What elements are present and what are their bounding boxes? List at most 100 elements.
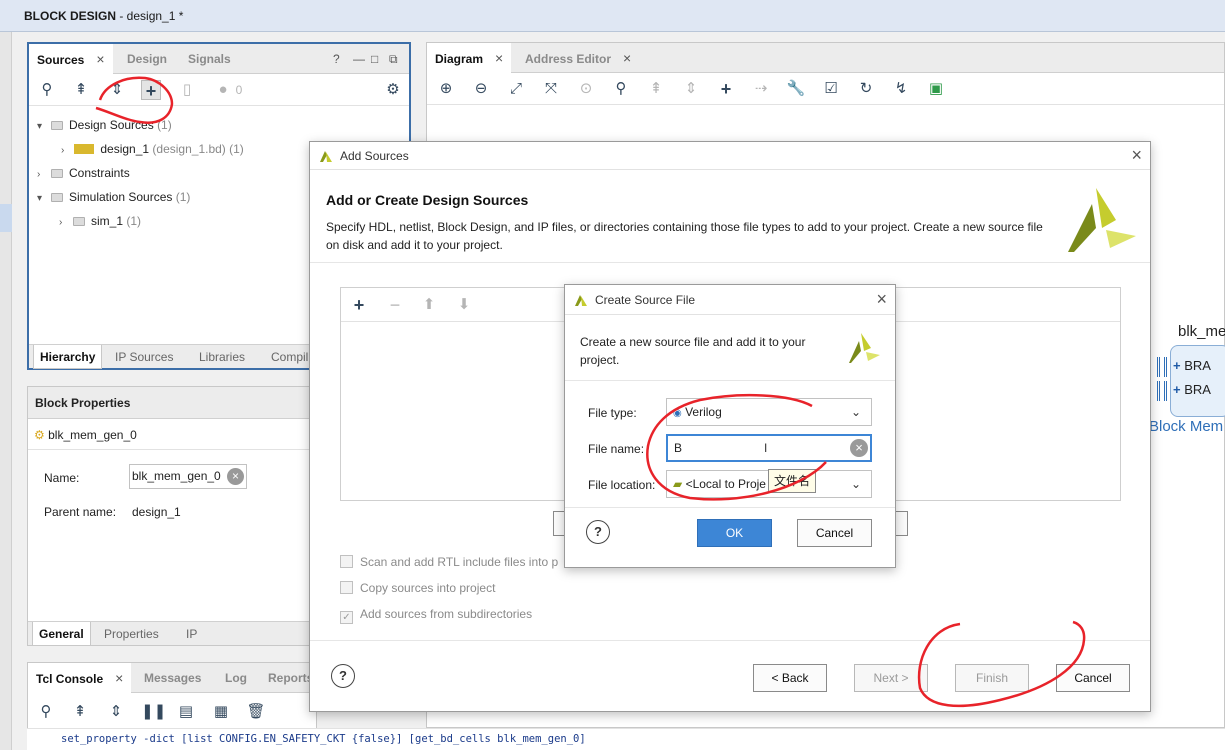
ok-button[interactable]: OK xyxy=(697,519,772,547)
close-icon[interactable]: × xyxy=(96,51,104,67)
pause-icon[interactable]: ❚❚ xyxy=(141,702,166,722)
block-properties-title: Block Properties xyxy=(28,387,326,419)
help-button[interactable]: ? xyxy=(331,664,355,688)
search-icon[interactable]: ⚲ xyxy=(37,80,57,100)
gear-icon[interactable]: ⚙ xyxy=(383,80,403,100)
copy-sources-checkbox[interactable]: Copy sources into project xyxy=(340,581,495,595)
unknown-file-icon[interactable]: ▯ xyxy=(177,80,197,100)
collapse-all-icon[interactable]: ⇞ xyxy=(646,79,666,99)
window-title: BLOCK DESIGN - design_1 * xyxy=(24,9,184,23)
xilinx-logo-icon xyxy=(575,295,587,306)
tab-hierarchy[interactable]: Hierarchy xyxy=(33,345,103,369)
tree-sim-1[interactable]: › sim_1 (1) xyxy=(59,214,141,228)
port-bram-b[interactable]: + BRA xyxy=(1173,382,1211,397)
create-file-title-bar: Create Source File × xyxy=(565,285,895,315)
collapse-all-icon[interactable]: ⇞ xyxy=(70,702,90,722)
add-icon[interactable]: + xyxy=(349,295,369,315)
copy-icon[interactable]: ▤ xyxy=(176,702,196,722)
next-button[interactable]: Next > xyxy=(854,664,928,692)
expand-all-icon[interactable]: ⇕ xyxy=(107,80,127,100)
zoom-in-icon[interactable]: ⊕ xyxy=(436,79,456,99)
file-type-select[interactable]: ◉ Verilog ⌄ xyxy=(666,398,872,426)
window-title-bar: BLOCK DESIGN - design_1 * xyxy=(0,0,1225,32)
scan-rtl-checkbox[interactable]: Scan and add RTL include files into p xyxy=(340,555,558,569)
tab-signals[interactable]: Signals xyxy=(180,44,239,74)
file-name-input[interactable]: B I × xyxy=(666,434,872,462)
help-button[interactable]: ? xyxy=(586,520,610,544)
xilinx-logo-icon xyxy=(320,151,332,162)
search-icon[interactable]: ⚲ xyxy=(611,79,631,99)
validate-icon[interactable]: ☑ xyxy=(821,79,841,99)
remove-icon[interactable]: − xyxy=(385,295,405,315)
close-icon[interactable]: × xyxy=(623,50,631,66)
regenerate-layout-icon[interactable]: ↯ xyxy=(891,79,911,99)
diagram-toolbar: ⊕ ⊖ ⤢ ⤧ ⊙ ⚲ ⇞ ⇕ + ⇢ 🔧 ☑ ↻ ↯ ▣ xyxy=(427,73,1224,105)
add-sources-title: Add Sources xyxy=(340,149,409,163)
tab-compile-order[interactable]: Compil xyxy=(265,345,314,369)
float-icon[interactable]: ⧉ xyxy=(381,44,406,74)
port-bram-a[interactable]: + BRA xyxy=(1173,358,1211,373)
chevron-down-icon[interactable]: ⌄ xyxy=(851,399,861,425)
zoom-area-icon[interactable]: ⤧ xyxy=(541,79,561,99)
tab-ip-sources[interactable]: IP Sources xyxy=(109,345,179,369)
cancel-button[interactable]: Cancel xyxy=(797,519,872,547)
selected-cell: ⚙ blk_mem_gen_0 xyxy=(34,428,137,442)
block-properties-panel: Block Properties ⚙ blk_mem_gen_0 Name: b… xyxy=(27,386,327,646)
add-subdirectories-checkbox[interactable]: ✓ Add sources from subdirectories xyxy=(340,607,532,624)
verilog-icon: ◉ xyxy=(673,408,682,419)
close-icon[interactable]: × xyxy=(876,289,887,310)
tab-sources[interactable]: Sources × xyxy=(29,44,113,74)
tab-general[interactable]: General xyxy=(32,622,91,646)
add-sources-title-bar: Add Sources × xyxy=(310,142,1150,170)
tab-diagram[interactable]: Diagram × xyxy=(427,43,512,73)
folder-icon: ▰ xyxy=(673,477,683,491)
sources-toolbar: ⚲ ⇞ ⇕ + ▯ ● 0 ⚙ xyxy=(29,74,409,106)
name-input[interactable]: blk_mem_gen_0 × xyxy=(129,464,247,489)
add-sources-icon[interactable]: + xyxy=(141,80,161,101)
tree-constraints[interactable]: › Constraints xyxy=(37,166,130,180)
target-icon[interactable]: ⊙ xyxy=(576,79,596,99)
tab-messages[interactable]: Messages xyxy=(136,663,209,693)
back-button[interactable]: < Back xyxy=(753,664,827,692)
file-type-label: File type: xyxy=(588,406,637,420)
tab-libraries[interactable]: Libraries xyxy=(193,345,251,369)
cancel-button[interactable]: Cancel xyxy=(1056,664,1130,692)
tab-properties[interactable]: Properties xyxy=(98,622,165,646)
tab-tcl-console[interactable]: Tcl Console × xyxy=(28,663,132,693)
close-icon[interactable]: × xyxy=(495,50,503,66)
block-title: blk_me xyxy=(1178,323,1225,340)
move-up-icon[interactable]: ⬆ xyxy=(419,295,439,315)
expand-all-icon[interactable]: ⇕ xyxy=(106,702,126,722)
expand-all-icon[interactable]: ⇕ xyxy=(681,79,701,99)
zoom-fit-icon[interactable]: ⤢ xyxy=(506,79,526,99)
refresh-icon[interactable]: ↻ xyxy=(856,79,876,99)
add-ip-icon[interactable]: + xyxy=(716,79,736,99)
close-icon[interactable]: × xyxy=(115,670,123,686)
tree-simulation-sources[interactable]: ▾ Simulation Sources (1) xyxy=(37,190,190,204)
tab-address-editor[interactable]: Address Editor × xyxy=(517,43,639,73)
close-icon[interactable]: × xyxy=(1131,145,1142,166)
search-icon[interactable]: ⚲ xyxy=(36,702,56,722)
tcl-output: set_property -dict [list CONFIG.EN_SAFET… xyxy=(27,728,1225,750)
tab-design[interactable]: Design xyxy=(119,44,175,74)
move-down-icon[interactable]: ⬇ xyxy=(454,295,474,315)
tree-design-sources[interactable]: ▾ Design Sources (1) xyxy=(37,118,172,132)
chevron-down-icon[interactable]: ⌄ xyxy=(851,471,861,497)
chip-icon[interactable]: ▣ xyxy=(926,79,946,99)
wrench-icon[interactable]: 🔧 xyxy=(786,79,806,99)
zoom-out-icon[interactable]: ⊖ xyxy=(471,79,491,99)
tree-design-1[interactable]: › design_1 (design_1.bd) (1) xyxy=(61,142,244,156)
clear-icon[interactable]: × xyxy=(850,439,868,457)
tab-log[interactable]: Log xyxy=(217,663,255,693)
connect-icon[interactable]: ⇢ xyxy=(751,79,771,99)
trash-icon[interactable]: 🗑 xyxy=(246,702,266,722)
finish-button[interactable]: Finish xyxy=(955,664,1029,692)
status-count: 0 xyxy=(235,83,243,97)
clear-icon[interactable]: × xyxy=(227,468,244,485)
table-icon[interactable]: ▦ xyxy=(211,702,231,722)
tab-ip[interactable]: IP xyxy=(180,622,203,646)
xilinx-logo-icon xyxy=(849,333,880,363)
block-label: Block Mem xyxy=(1149,418,1224,435)
blk-mem-block[interactable]: + BRA + BRA xyxy=(1170,345,1225,417)
collapse-all-icon[interactable]: ⇞ xyxy=(71,80,91,100)
